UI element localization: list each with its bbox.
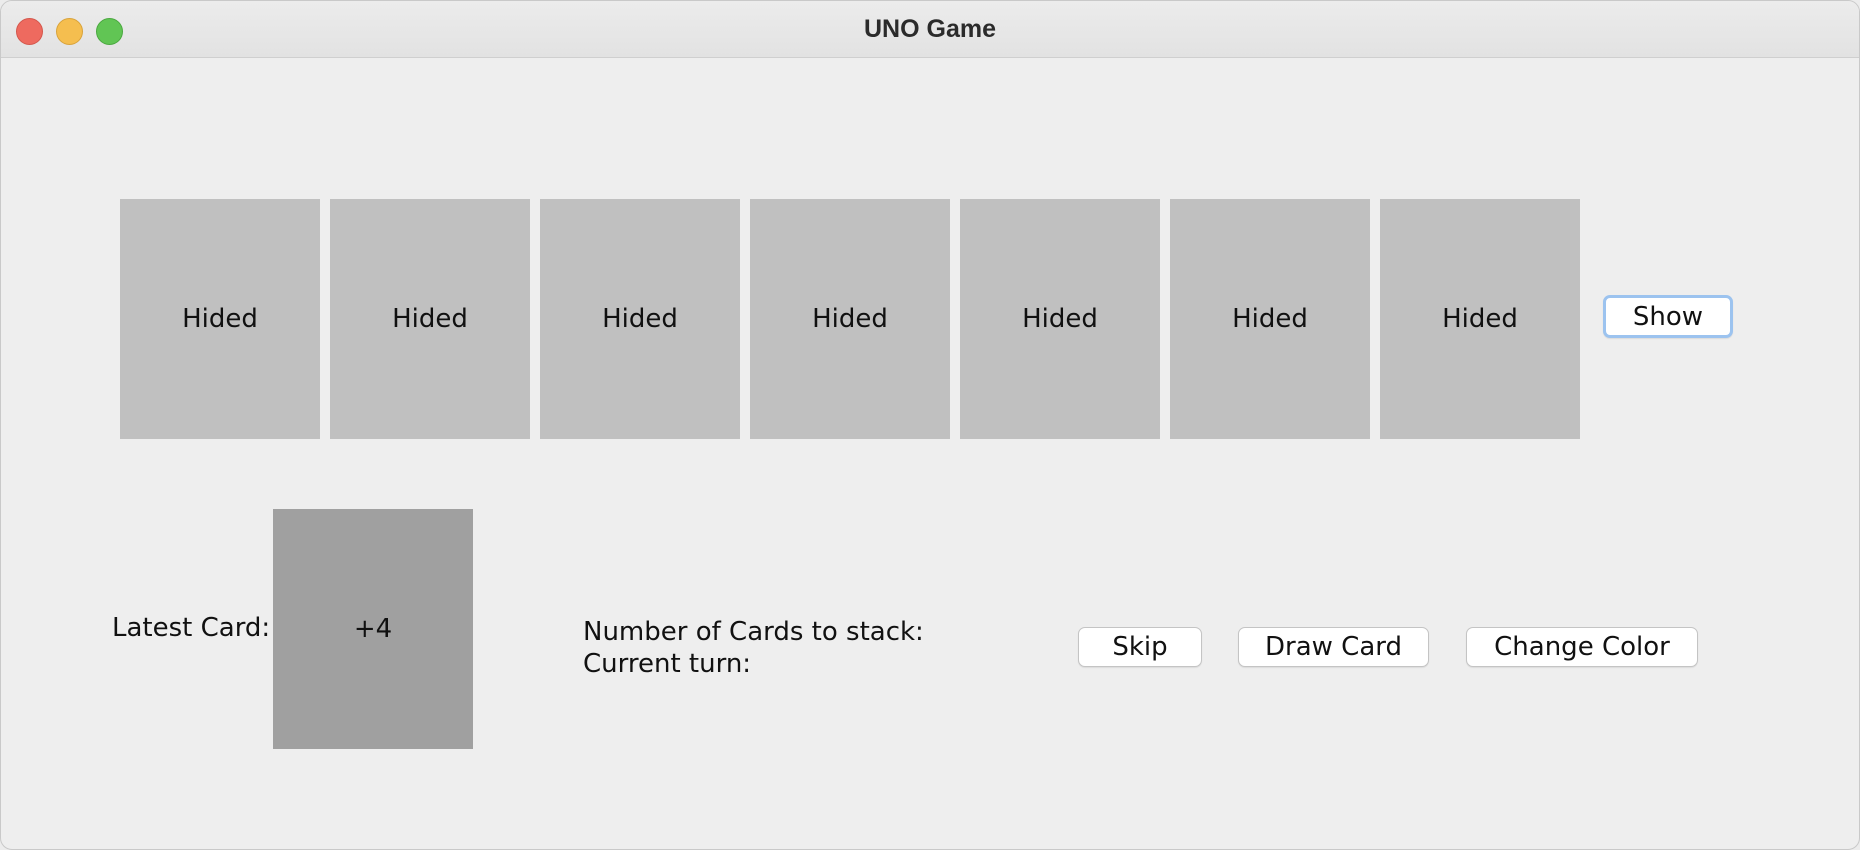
stack-count-label: Number of Cards to stack: (583, 617, 924, 647)
draw-card-button[interactable]: Draw Card (1238, 627, 1429, 667)
hidden-card[interactable]: Hided (750, 199, 950, 439)
change-color-button[interactable]: Change Color (1466, 627, 1698, 667)
latest-card-label: Latest Card: (112, 613, 271, 643)
hidden-card[interactable]: Hided (960, 199, 1160, 439)
hidden-card[interactable]: Hided (1170, 199, 1370, 439)
show-button[interactable]: Show (1603, 295, 1733, 338)
window-title: UNO Game (864, 15, 996, 43)
hidden-card[interactable]: Hided (120, 199, 320, 439)
latest-card: +4 (273, 509, 473, 749)
hidden-card[interactable]: Hided (330, 199, 530, 439)
app-window: UNO Game Hided Hided Hided Hided Hided H… (0, 0, 1860, 850)
skip-button[interactable]: Skip (1078, 627, 1202, 667)
hidden-card[interactable]: Hided (1380, 199, 1580, 439)
hidden-card[interactable]: Hided (540, 199, 740, 439)
title-bar: UNO Game (1, 1, 1859, 58)
current-turn-label: Current turn: (583, 649, 752, 679)
